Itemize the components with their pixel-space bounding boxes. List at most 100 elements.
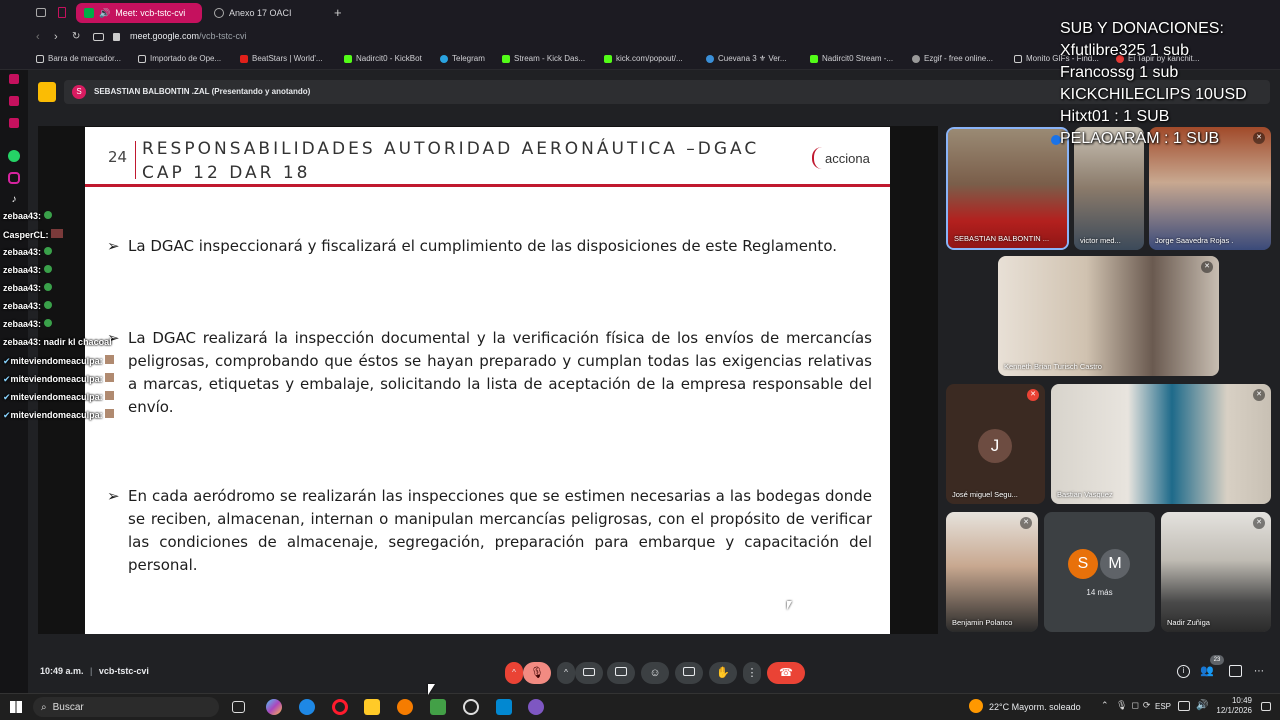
page-icon[interactable] [58, 7, 66, 18]
slide-number-divider [135, 141, 136, 179]
clock-time: 10:49 [1231, 696, 1252, 705]
clock-date: 12/1/2026 [1216, 706, 1252, 715]
info-icon[interactable]: i [1177, 665, 1190, 678]
bookmark-item[interactable]: Nadircit0 Stream -... [810, 54, 893, 63]
kick-icon [344, 54, 352, 63]
meet-logo-icon [38, 82, 56, 102]
folder-icon [36, 54, 44, 63]
app-icon[interactable] [430, 699, 446, 715]
bookmark-item[interactable]: Stream - Kick Das... [502, 54, 585, 63]
mic-toggle-button[interactable]: 🎙 [523, 662, 551, 684]
people-button[interactable]: 👥 [1200, 664, 1216, 680]
opera-icon[interactable] [332, 699, 348, 715]
captions-button[interactable] [675, 662, 703, 684]
participant-tile[interactable]: ✕ Bastian Vasquez [1051, 384, 1271, 504]
participant-tile[interactable]: J ✕ José miguel Segu... [946, 384, 1045, 504]
video-icon [583, 668, 595, 676]
speaker-icon[interactable]: 🔊 [99, 8, 110, 19]
new-tab-button[interactable]: + [334, 5, 342, 20]
raise-hand-button[interactable]: ✋ [709, 662, 737, 684]
activities-button[interactable]: ⋯ [1254, 665, 1267, 678]
windows-start-icon[interactable] [10, 701, 22, 713]
language-indicator[interactable]: ESP [1155, 702, 1171, 711]
copilot-icon[interactable] [266, 699, 282, 715]
participant-tile[interactable]: ✕ Benjamin Polanco [946, 512, 1038, 632]
camera-toggle-button[interactable] [575, 662, 603, 684]
app-icon[interactable] [528, 699, 544, 715]
emote-icon [105, 373, 115, 382]
task-view-icon[interactable] [232, 701, 245, 713]
video-feed [1161, 512, 1271, 632]
forward-icon[interactable]: › [54, 31, 58, 43]
bookmark-item[interactable]: Telegram [440, 54, 485, 63]
kick-icon [604, 54, 612, 63]
people-count-badge: 23 [1210, 655, 1224, 665]
chat-message: zebaa43: [3, 319, 52, 329]
url-field[interactable]: meet.google.com/vcb-tstc-cvi [130, 31, 247, 41]
participant-tile[interactable]: ✕ Nadir Zuñiga [1161, 512, 1271, 632]
weather-text[interactable]: 22°C Mayorm. soleado [989, 702, 1081, 712]
tiktok-icon[interactable]: ♪ [8, 194, 20, 206]
store-icon[interactable] [496, 699, 512, 715]
camera-options-button[interactable]: ^ [557, 662, 575, 684]
meet-icon [84, 8, 94, 18]
bookmark-item[interactable]: BeatStars | World'... [240, 54, 323, 63]
acciona-logo-icon [812, 147, 823, 169]
sidebar-icon[interactable] [9, 96, 19, 106]
participant-name: SEBASTIAN BALBONTIN ... [954, 234, 1050, 243]
network-icon[interactable] [1178, 701, 1190, 711]
title-rule [85, 184, 890, 187]
reactions-button[interactable]: ☺ [641, 662, 669, 684]
taskbar-search[interactable]: ⌕ Buscar [33, 697, 219, 717]
clock[interactable]: 10:49 12/1/2026 [1202, 696, 1252, 716]
tray-icons[interactable]: 🎙◻⟳ [1116, 700, 1154, 711]
avatar: J [978, 429, 1012, 463]
back-icon[interactable]: ‹ [36, 31, 40, 43]
bookmark-item[interactable]: Barra de marcador... [36, 54, 121, 63]
instagram-icon[interactable] [8, 172, 20, 184]
bookmark-item[interactable]: Ezgif - free online... [912, 54, 993, 63]
participant-tile[interactable]: SEBASTIAN BALBONTIN ... [946, 127, 1069, 250]
tab-meet[interactable]: 🔊 Meet: vcb-tstc-cvi [76, 3, 202, 23]
participant-tile[interactable]: ✕ Kenneth Brian Turisch Castro [998, 256, 1219, 376]
mic-options-button[interactable]: ^ [505, 662, 523, 684]
more-options-button[interactable]: ⋮ [743, 662, 761, 684]
participant-tile[interactable]: S M 14 más [1044, 512, 1155, 632]
emote-icon [105, 409, 115, 418]
bookmark-item[interactable]: kick.com/popout/... [604, 54, 683, 63]
edge-icon[interactable] [299, 699, 315, 715]
tab-label: Meet: vcb-tstc-cvi [115, 8, 186, 18]
whatsapp-icon[interactable] [8, 150, 20, 162]
bullet-text: La DGAC inspeccionará y fiscalizará el c… [128, 237, 837, 255]
end-call-button[interactable]: ☎ [767, 662, 805, 684]
search-placeholder: Buscar [52, 701, 84, 713]
app-icon[interactable] [463, 699, 479, 715]
bullet-item: ➢ En cada aeródromo se realizarán las in… [107, 485, 872, 577]
present-button[interactable] [607, 662, 635, 684]
chat-button[interactable] [1229, 665, 1242, 677]
reload-icon[interactable]: ↻ [72, 31, 80, 42]
workspace-icon[interactable] [36, 8, 46, 17]
bookmark-item[interactable]: Nadircit0 - KickBot [344, 54, 422, 63]
app-icon[interactable] [397, 699, 413, 715]
tab-anexo[interactable]: Anexo 17 OACI [206, 3, 326, 23]
present-icon [615, 667, 627, 676]
tray-chevron-icon[interactable]: ⌃ [1101, 700, 1109, 711]
mic-off-icon: ✕ [1027, 389, 1039, 401]
avatar: M [1100, 549, 1130, 579]
chat-message: zebaa43: [3, 265, 52, 275]
camera-icon[interactable] [93, 33, 104, 41]
bookmark-item[interactable]: Cuevana 3 ⚜ Ver... [706, 54, 787, 63]
sidebar-icon[interactable] [9, 74, 19, 84]
bookmark-item[interactable]: Importado de Ope... [138, 54, 221, 63]
emote-icon [43, 211, 52, 219]
overlay-line: Hitxt01 : 1 SUB [1060, 108, 1170, 125]
emote-icon [43, 265, 52, 273]
presenting-label: SEBASTIAN BALBONTIN .ZAL (Presentando y … [94, 87, 311, 96]
chat-message: zebaa43: [3, 247, 52, 257]
file-explorer-icon[interactable] [364, 699, 380, 715]
ezgif-icon [912, 54, 920, 63]
emote-icon [43, 301, 52, 309]
notifications-icon[interactable] [1261, 702, 1271, 711]
sidebar-icon[interactable] [9, 118, 19, 128]
